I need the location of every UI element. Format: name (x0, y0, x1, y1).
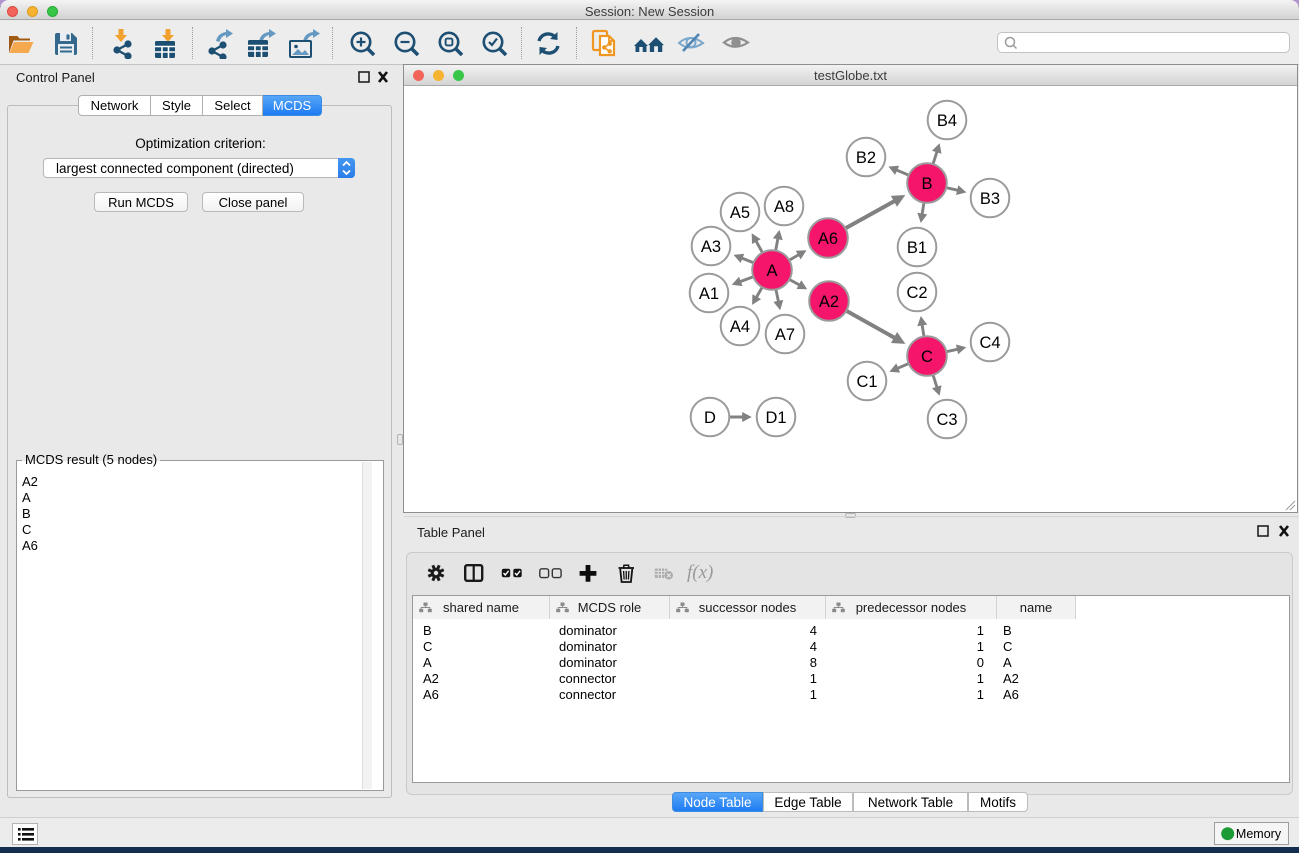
svg-text:A8: A8 (774, 198, 794, 216)
svg-text:A7: A7 (775, 326, 795, 344)
svg-text:A: A (766, 262, 777, 280)
svg-text:C4: C4 (979, 334, 1000, 352)
svg-text:A1: A1 (699, 285, 719, 303)
svg-text:A5: A5 (730, 204, 750, 222)
svg-text:A2: A2 (819, 293, 839, 311)
svg-text:A3: A3 (701, 238, 721, 256)
svg-text:B: B (921, 175, 932, 193)
svg-text:C1: C1 (856, 373, 877, 391)
svg-text:A4: A4 (730, 318, 750, 336)
svg-text:B4: B4 (937, 112, 957, 130)
svg-text:B2: B2 (856, 149, 876, 167)
svg-text:D: D (704, 409, 716, 427)
svg-text:C: C (921, 348, 933, 366)
svg-text:C3: C3 (936, 411, 957, 429)
svg-text:D1: D1 (765, 409, 786, 427)
svg-text:B1: B1 (907, 239, 927, 257)
svg-text:B3: B3 (980, 190, 1000, 208)
svg-text:C2: C2 (906, 284, 927, 302)
svg-text:A6: A6 (818, 230, 838, 248)
